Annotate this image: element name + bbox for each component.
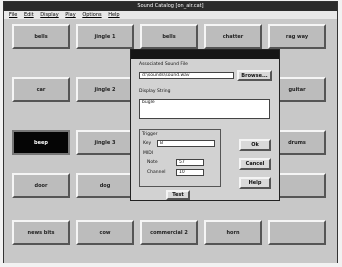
sound-tile-6[interactable]: car [12, 77, 70, 102]
sound-tile-1[interactable]: bells [12, 24, 70, 49]
channel-field[interactable]: 10 [176, 169, 204, 176]
trigger-label: Trigger [142, 132, 158, 137]
menu-options[interactable]: Options [82, 12, 101, 18]
sound-tile-23[interactable]: commercial 2 [140, 220, 198, 245]
window-title: Sound Catalog [on_air.cat] [4, 2, 337, 11]
sound-tile-25[interactable] [268, 220, 326, 245]
sound-tile-21[interactable]: news bits [12, 220, 70, 245]
browse-button[interactable]: Browse... [237, 70, 272, 81]
sound-tile-17[interactable]: dog [76, 173, 134, 198]
sound-tile-3[interactable]: bells [140, 24, 198, 49]
display-string-field[interactable]: bugle [139, 99, 270, 119]
sound-tile-5[interactable]: rag way [268, 24, 326, 49]
menu-file[interactable]: File [9, 12, 17, 18]
sound-tile-11-selected[interactable]: beep [12, 130, 70, 155]
display-string-label: Display String [139, 89, 171, 94]
ok-button[interactable]: Ok [239, 139, 271, 151]
sound-file-field[interactable]: d:\sounds\sound.wav [139, 72, 234, 79]
cancel-button[interactable]: Cancel [239, 158, 271, 170]
menu-edit[interactable]: Edit [24, 12, 34, 18]
menu-play[interactable]: Play [65, 12, 75, 18]
associated-file-label: Associated Sound File [139, 62, 188, 67]
sound-tile-16[interactable]: door [12, 173, 70, 198]
channel-label: Channel [147, 170, 166, 175]
menu-help[interactable]: Help [108, 12, 119, 18]
test-button[interactable]: Test [166, 190, 190, 200]
sound-catalog-window: Sound Catalog [on_air.cat] File Edit Dis… [3, 1, 338, 263]
sound-tile-7[interactable]: jingle 2 [76, 77, 134, 102]
sound-tile-2[interactable]: jingle 1 [76, 24, 134, 49]
sound-tile-22[interactable]: cow [76, 220, 134, 245]
sound-tile-4[interactable]: chatter [204, 24, 262, 49]
sound-tile-12[interactable]: jingle 3 [76, 130, 134, 155]
help-button[interactable]: Help [239, 177, 271, 189]
note-label: Note [147, 160, 158, 165]
key-label: Key [143, 141, 152, 146]
sound-properties-dialog: Associated Sound File d:\sounds\sound.wa… [130, 49, 280, 201]
sound-tile-24[interactable]: horn [204, 220, 262, 245]
dialog-title-bar[interactable] [131, 50, 279, 59]
midi-label: MIDI [143, 151, 154, 156]
note-field[interactable]: 57 [176, 159, 204, 166]
key-field[interactable]: B [157, 140, 215, 147]
menu-display[interactable]: Display [40, 12, 58, 18]
trigger-group [139, 129, 221, 187]
